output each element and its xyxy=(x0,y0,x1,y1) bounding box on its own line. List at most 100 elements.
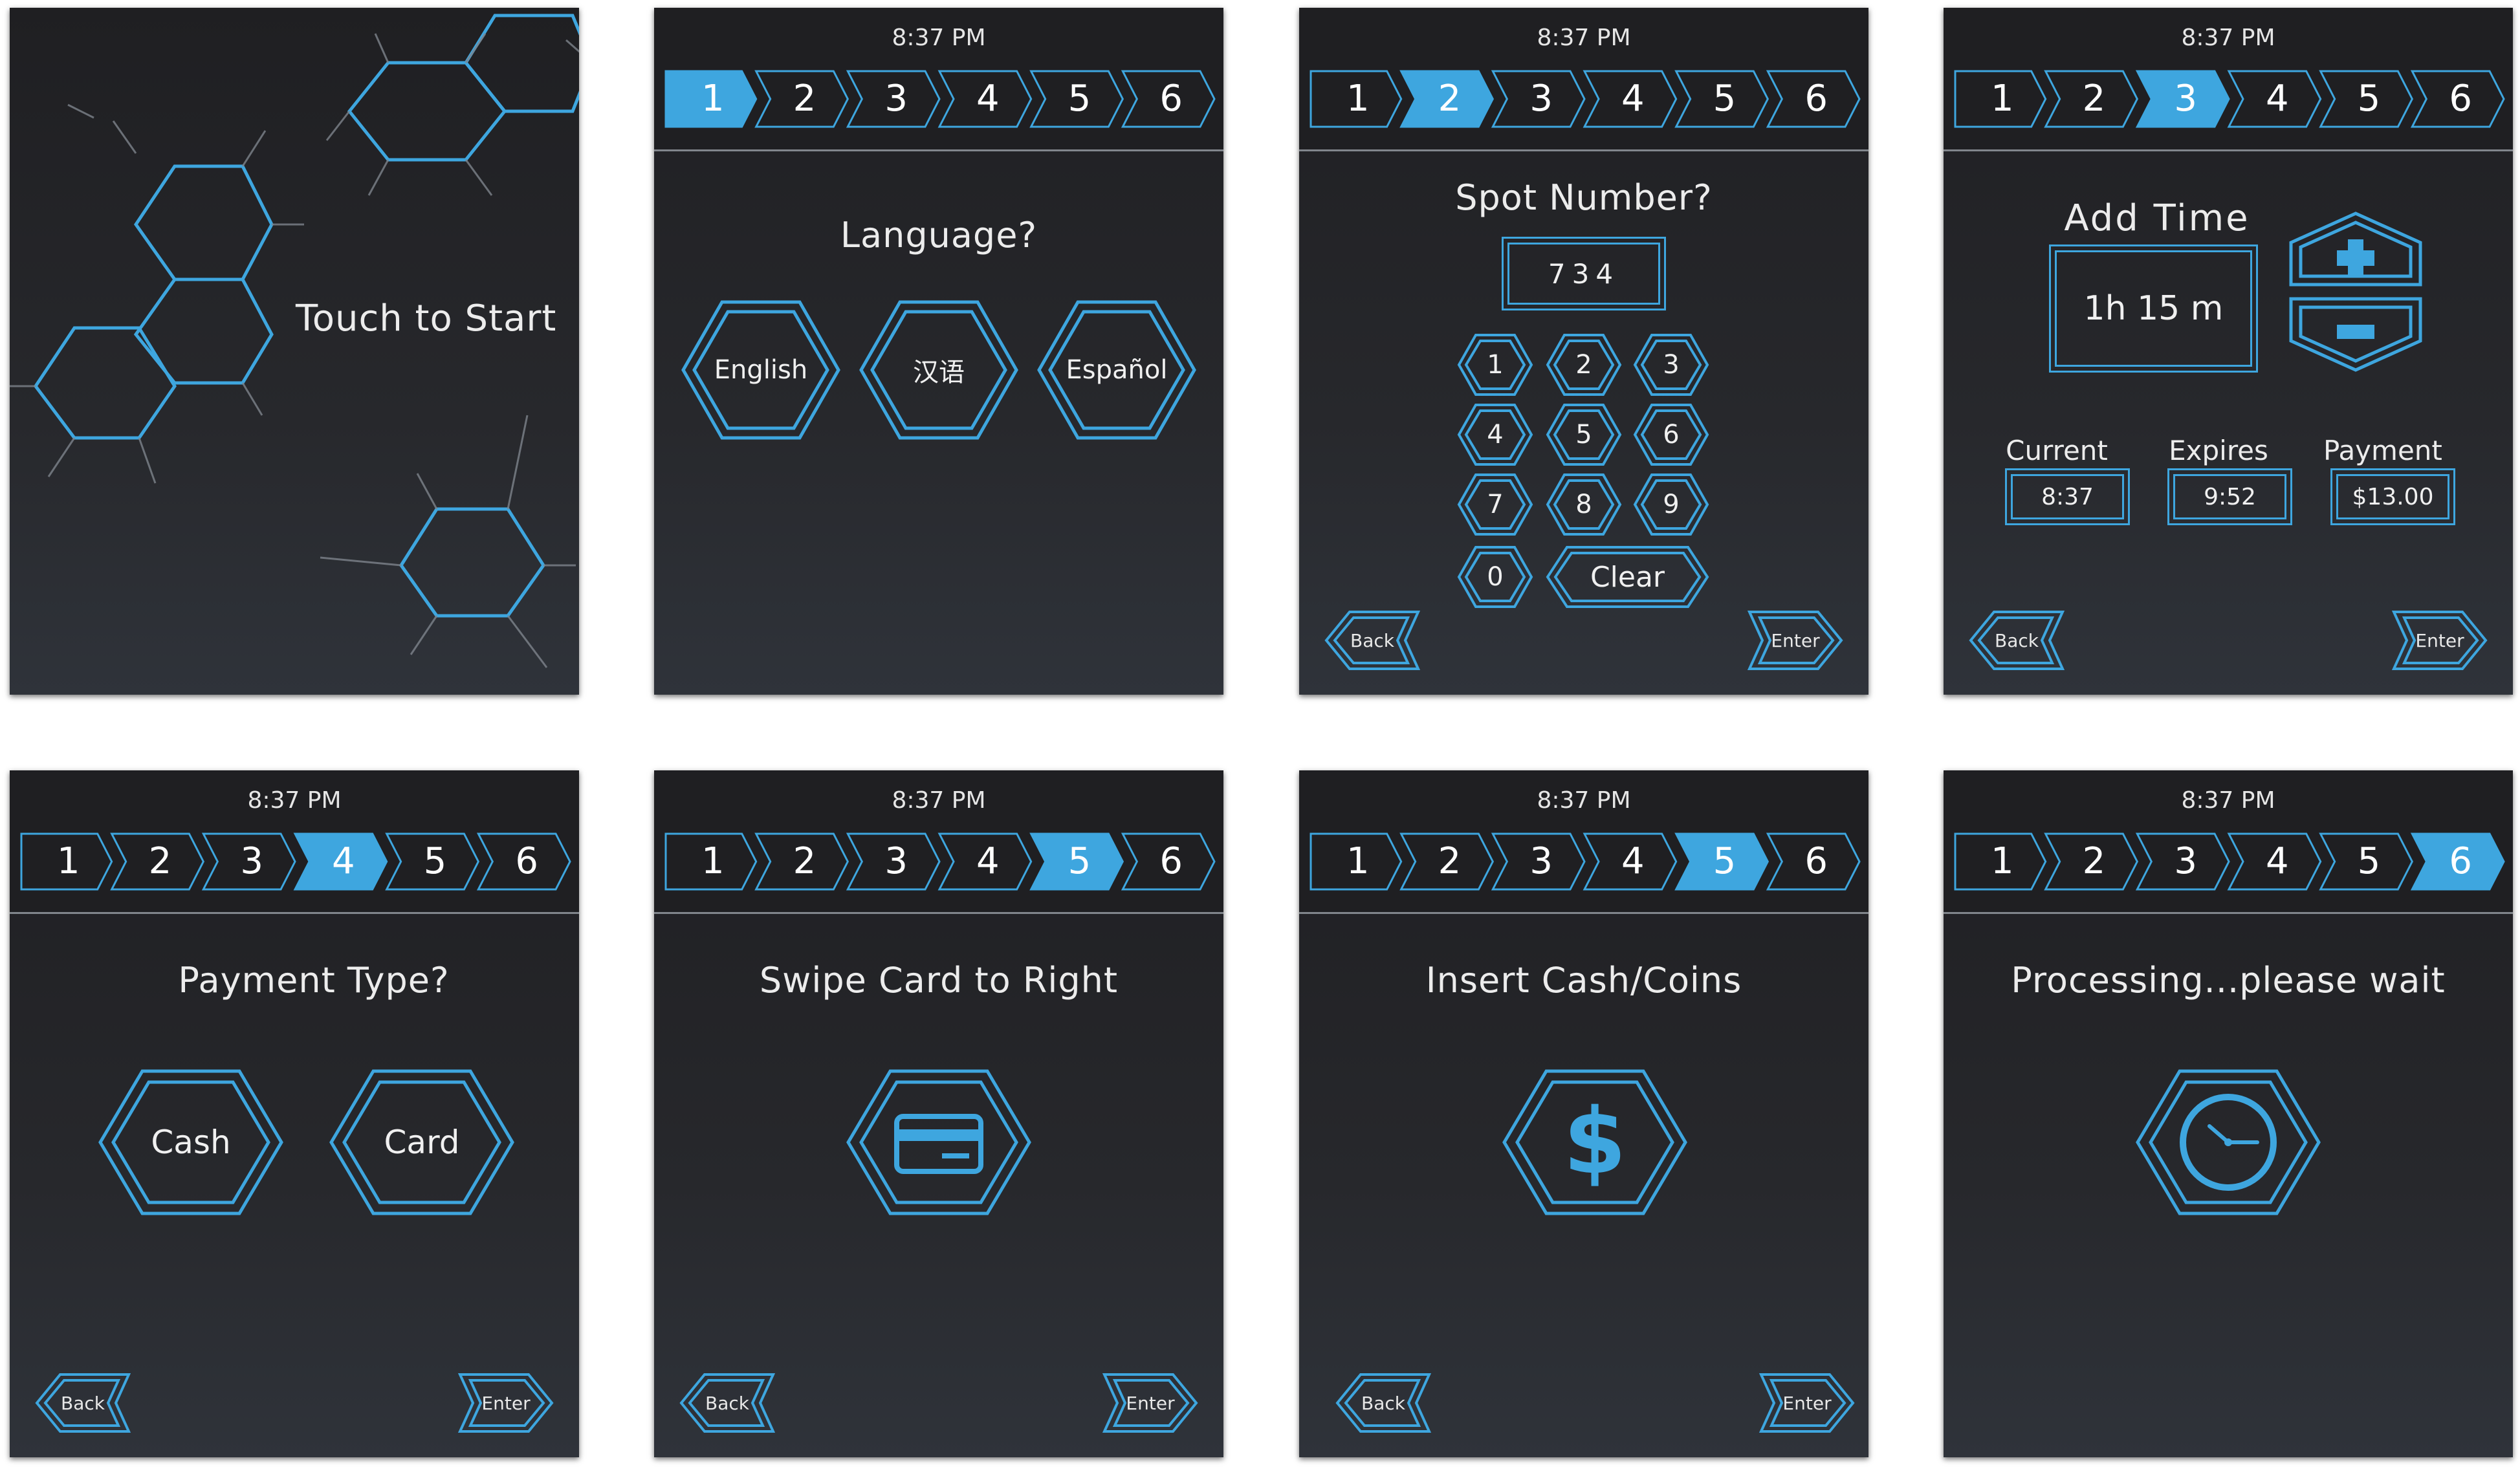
step-1: 1 xyxy=(1346,840,1370,882)
hexagon-pattern xyxy=(10,14,579,668)
language-spanish-button[interactable]: Español xyxy=(1036,299,1198,441)
keypad-key-label: 1 xyxy=(1487,350,1504,380)
clock: 8:37 PM xyxy=(247,787,342,814)
enter-button[interactable]: Enter xyxy=(1759,1372,1856,1434)
back-button[interactable]: Back xyxy=(34,1372,131,1434)
card-button[interactable]: Card xyxy=(328,1068,516,1217)
clear-label: Clear xyxy=(1590,560,1665,594)
back-button[interactable]: Back xyxy=(1324,609,1421,671)
spot-number-screen: 8:37 PM 123456 Spot Number? 734 1 2 3 4 … xyxy=(1299,8,1868,695)
back-button[interactable]: Back xyxy=(679,1372,776,1434)
back-label: Back xyxy=(705,1392,749,1414)
increase-time-button[interactable] xyxy=(2288,210,2424,288)
step-3: 3 xyxy=(240,840,263,882)
enter-label: Enter xyxy=(1782,1392,1832,1414)
step-1: 1 xyxy=(1991,840,2014,882)
keypad-key-5[interactable]: 5 xyxy=(1545,402,1623,467)
step-2: 2 xyxy=(2082,78,2106,120)
keypad-key-label: 5 xyxy=(1575,420,1592,450)
minus-icon xyxy=(2337,325,2374,339)
expires-time-value: 9:52 xyxy=(2167,468,2292,525)
keypad-key-4[interactable]: 4 xyxy=(1456,402,1534,467)
step-4: 4 xyxy=(1621,840,1645,882)
step-6: 6 xyxy=(515,840,538,882)
step-indicator: 1 2 3 4 5 6 xyxy=(1309,832,1861,891)
current-time-value: 8:37 xyxy=(2005,468,2130,525)
step-2: 2 xyxy=(1438,840,1462,882)
payment-label: Payment xyxy=(2323,435,2442,466)
start-screen[interactable]: Touch to Start xyxy=(10,8,579,695)
step-3: 3 xyxy=(2174,840,2197,882)
step-4: 4 xyxy=(332,840,355,882)
enter-button[interactable]: Enter xyxy=(1747,609,1844,671)
step-6: 6 xyxy=(2449,78,2472,120)
insert-cash-screen: 8:37 PM 123456 Insert Cash/Coins $ Back … xyxy=(1299,770,1868,1457)
step-5: 5 xyxy=(1713,78,1737,120)
spot-title: Spot Number? xyxy=(1455,177,1713,218)
cash-label: Cash xyxy=(151,1124,231,1161)
start-title: Touch to Start xyxy=(296,298,557,340)
step-3: 3 xyxy=(1529,78,1553,120)
clock: 8:37 PM xyxy=(2181,25,2275,51)
card-label: Card xyxy=(384,1124,460,1161)
enter-label: Enter xyxy=(2415,629,2464,651)
enter-button[interactable]: Enter xyxy=(1102,1372,1199,1434)
keypad-key-7[interactable]: 7 xyxy=(1456,472,1534,537)
keypad-key-9[interactable]: 9 xyxy=(1632,472,1710,537)
current-label: Current xyxy=(2006,435,2108,466)
step-6: 6 xyxy=(1159,840,1183,882)
keypad-key-label: 4 xyxy=(1487,420,1504,450)
keypad-key-label: 0 xyxy=(1487,562,1504,592)
language-title: Language? xyxy=(840,215,1038,255)
clear-button[interactable]: Clear xyxy=(1545,545,1710,609)
step-2: 2 xyxy=(793,840,816,882)
step-5: 5 xyxy=(423,840,447,882)
keypad-key-3[interactable]: 3 xyxy=(1632,332,1710,397)
step-1: 1 xyxy=(57,840,80,882)
clock: 8:37 PM xyxy=(2181,787,2275,814)
header: 8:37 PM 1 2 3 4 5 6 xyxy=(1944,770,2513,914)
keypad-key-8[interactable]: 8 xyxy=(1545,472,1623,537)
language-option-label: Español xyxy=(1066,355,1168,385)
svg-text:$: $ xyxy=(1563,1089,1626,1195)
keypad-key-2[interactable]: 2 xyxy=(1545,332,1623,397)
keypad-key-1[interactable]: 1 xyxy=(1456,332,1534,397)
spot-number-display: 734 xyxy=(1502,237,1666,310)
step-1: 1 xyxy=(701,840,725,882)
step-3: 3 xyxy=(884,840,908,882)
enter-button[interactable]: Enter xyxy=(2391,609,2488,671)
step-5: 5 xyxy=(2357,840,2381,882)
step-4: 4 xyxy=(2266,78,2289,120)
step-2: 2 xyxy=(793,78,816,120)
back-label: Back xyxy=(1995,629,2039,651)
keypad-key-label: 2 xyxy=(1575,350,1592,380)
step-5: 5 xyxy=(1713,840,1737,882)
back-label: Back xyxy=(1350,629,1394,651)
keypad-key-0[interactable]: 0 xyxy=(1456,545,1534,609)
step-6: 6 xyxy=(1804,840,1828,882)
header: 8:37 PM 1 2 3 4 5 6 xyxy=(1299,8,1868,151)
back-button[interactable]: Back xyxy=(1335,1372,1432,1434)
step-1: 1 xyxy=(1346,78,1370,120)
step-4: 4 xyxy=(976,78,1000,120)
step-1: 1 xyxy=(1991,78,2014,120)
cash-button[interactable]: Cash xyxy=(97,1068,285,1217)
language-chinese-button[interactable]: 汉语 xyxy=(858,299,1020,441)
clock: 8:37 PM xyxy=(1537,25,1631,51)
keypad-key-6[interactable]: 6 xyxy=(1632,402,1710,467)
duration-display: 1h 15 m xyxy=(2049,244,2258,373)
keypad-key-label: 3 xyxy=(1663,350,1680,380)
enter-button[interactable]: Enter xyxy=(457,1372,554,1434)
credit-card-icon xyxy=(845,1068,1033,1217)
processing-screen: 8:37 PM 1 2 3 4 5 6 Processing...please wait xyxy=(1944,770,2513,1457)
enter-label: Enter xyxy=(1771,629,1820,651)
decrease-time-button[interactable] xyxy=(2288,296,2424,373)
step-5: 5 xyxy=(1068,78,1091,120)
clock-icon xyxy=(2134,1068,2322,1217)
step-5: 5 xyxy=(1068,840,1091,882)
language-english-button[interactable]: English xyxy=(680,299,842,441)
header: 8:37 PM 1 2 3 4 5 6 xyxy=(10,770,579,914)
plus-icon xyxy=(2337,239,2374,277)
back-button[interactable]: Back xyxy=(1968,609,2065,671)
step-indicator: 1 2 3 4 5 6 xyxy=(20,832,571,891)
